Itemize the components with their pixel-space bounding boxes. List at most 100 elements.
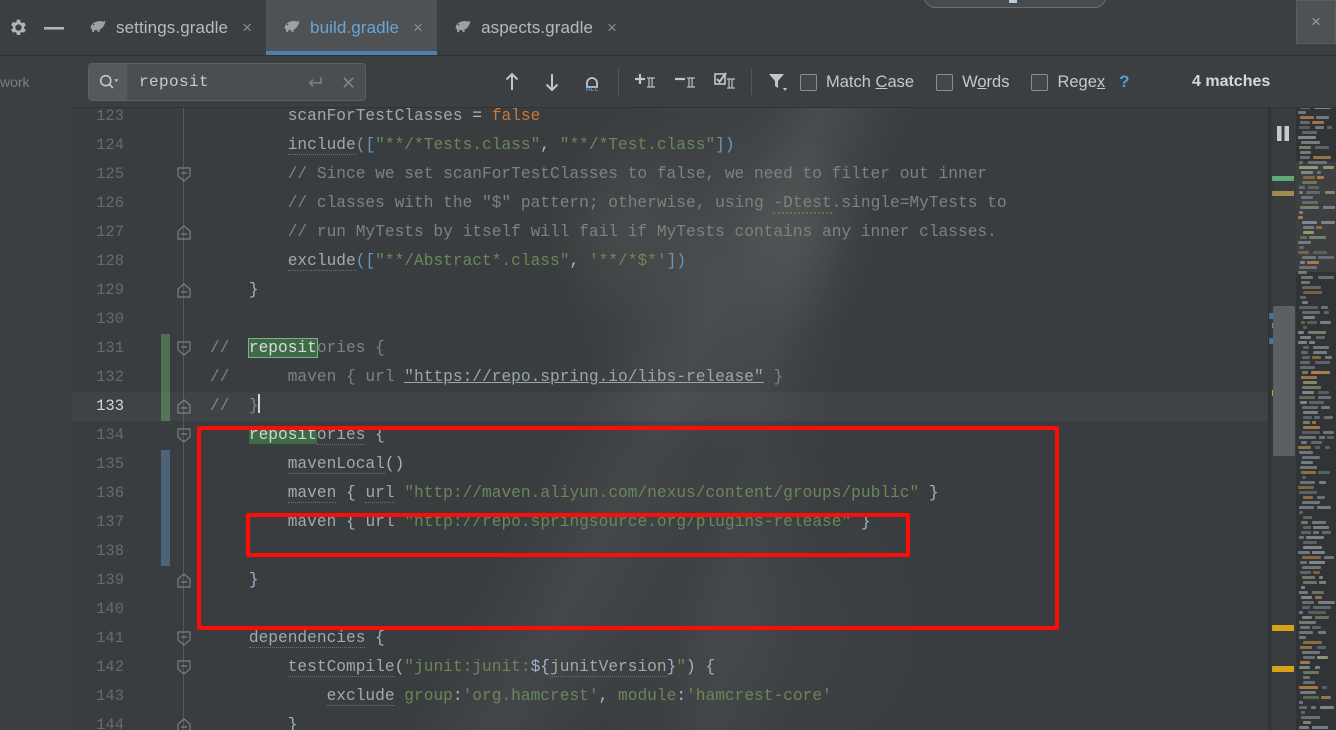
fold-end-icon[interactable] xyxy=(176,718,192,730)
code-line[interactable]: maven { url "http://maven.aliyun.com/nex… xyxy=(210,479,939,508)
gutter-row[interactable]: 142 xyxy=(72,653,210,682)
select-all-lines-icon[interactable] xyxy=(705,56,745,108)
gutter-row[interactable]: 124 xyxy=(72,131,210,160)
vcs-added-marker[interactable] xyxy=(161,334,170,363)
code-line[interactable]: maven { url "http://repo.springsource.or… xyxy=(210,508,871,537)
search-input-container[interactable]: reposit xyxy=(88,63,366,101)
code-line[interactable]: exclude group:'org.hamcrest', module:'ha… xyxy=(210,682,832,711)
code-text-area[interactable]: scanForTestClasses = false include(["**/… xyxy=(210,108,1268,730)
minimap-panel[interactable] xyxy=(1296,44,1336,730)
stripe-warn-marker[interactable] xyxy=(1272,191,1294,196)
gutter-row[interactable]: 137 xyxy=(72,508,210,537)
top-search-pill[interactable] xyxy=(923,0,1107,8)
code-line[interactable]: dependencies { xyxy=(210,624,385,653)
find-option-checkboxes[interactable]: Match Case Words Regex? xyxy=(800,56,1130,108)
code-line[interactable]: } xyxy=(210,566,259,595)
code-editor[interactable]: 123 124 125 126 127 128 129 130 131 132 133 134 135 1… xyxy=(72,108,1268,730)
find-action-buttons[interactable]: ALL xyxy=(492,56,798,108)
scrollbar-thumb[interactable] xyxy=(1273,306,1295,456)
gutter-row[interactable]: 123 xyxy=(72,108,210,131)
gutter-row[interactable]: 132 xyxy=(72,363,210,392)
vcs-modified-marker[interactable] xyxy=(161,537,170,566)
stripe-warn-marker[interactable] xyxy=(1272,176,1294,181)
checkbox-regex[interactable]: Regex xyxy=(1031,73,1105,92)
gutter-row[interactable]: 130 xyxy=(72,305,210,334)
code-line[interactable]: // maven { url "https://repo.spring.io/l… xyxy=(210,363,783,392)
search-input[interactable]: reposit xyxy=(127,73,297,91)
gutter-row[interactable]: 126 xyxy=(72,189,210,218)
checkbox-match-case[interactable]: Match Case xyxy=(800,73,914,92)
stripe-error-marker[interactable] xyxy=(1272,666,1294,672)
error-stripe-scrollbar[interactable] xyxy=(1268,108,1296,730)
filter-icon[interactable] xyxy=(758,56,798,108)
close-icon[interactable]: × xyxy=(607,19,617,36)
minimize-icon[interactable] xyxy=(36,0,72,56)
code-line[interactable]: repositories { xyxy=(210,421,385,450)
gutter-row[interactable]: 131 xyxy=(72,334,210,363)
fold-end-icon[interactable] xyxy=(176,573,192,588)
gutter-row[interactable]: 143 xyxy=(72,682,210,711)
close-icon[interactable]: × xyxy=(242,19,252,36)
editor-tab-aspects-gradle[interactable]: aspects.gradle × xyxy=(437,0,631,55)
fold-end-icon[interactable] xyxy=(176,225,192,240)
gutter-row[interactable]: 139 xyxy=(72,566,210,595)
gutter-row[interactable]: 128 xyxy=(72,247,210,276)
vcs-added-marker[interactable] xyxy=(161,363,170,392)
fold-open-icon[interactable] xyxy=(176,428,192,443)
fold-open-icon[interactable] xyxy=(176,631,192,646)
code-line[interactable]: testCompile("junit:junit:${junitVersion}… xyxy=(210,653,715,682)
gutter-row[interactable]: 141 xyxy=(72,624,210,653)
editor-tab-bar[interactable]: settings.gradle × build.gradle × aspects.g… xyxy=(72,0,1336,56)
checkbox-box[interactable] xyxy=(1031,73,1049,91)
checkbox-box[interactable] xyxy=(936,73,954,91)
code-line[interactable]: } xyxy=(210,276,259,305)
code-line[interactable]: // classes with the "$" pattern; otherwi… xyxy=(210,189,1007,218)
gear-icon[interactable] xyxy=(0,0,36,56)
gutter-row[interactable]: 144 xyxy=(72,711,210,730)
select-all-icon[interactable]: ALL xyxy=(572,56,612,108)
arrow-up-icon[interactable] xyxy=(492,56,532,108)
checkbox-box[interactable] xyxy=(800,73,817,91)
fold-open-icon[interactable] xyxy=(176,341,192,356)
code-line[interactable]: include(["**/*Tests.class", "**/*Test.cl… xyxy=(210,131,735,160)
clear-icon[interactable] xyxy=(331,75,365,90)
fold-open-icon[interactable] xyxy=(176,167,192,182)
vcs-modified-marker[interactable] xyxy=(161,508,170,537)
stripe-pause-icon[interactable] xyxy=(1274,126,1292,142)
gutter-row[interactable]: 138 xyxy=(72,537,210,566)
arrow-down-icon[interactable] xyxy=(532,56,572,108)
gutter-row[interactable]: 127 xyxy=(72,218,210,247)
close-icon[interactable]: × xyxy=(413,19,423,36)
remove-selection-icon[interactable] xyxy=(665,56,705,108)
vcs-modified-marker[interactable] xyxy=(161,450,170,479)
editor-tab-build-gradle[interactable]: build.gradle × xyxy=(266,0,438,55)
code-line[interactable]: // run MyTests by itself will fail if My… xyxy=(210,218,997,247)
gutter-row[interactable]: 136 xyxy=(72,479,210,508)
gutter-row[interactable]: 140 xyxy=(72,595,210,624)
stripe-error-marker[interactable] xyxy=(1272,625,1294,631)
find-toolbar[interactable]: reposit ALL Match Case Words Regex ? 4 m… xyxy=(72,56,1336,108)
fold-end-icon[interactable] xyxy=(176,283,192,298)
code-line[interactable]: // repositories { xyxy=(210,334,385,363)
gutter-row[interactable]: 125 xyxy=(72,160,210,189)
minimap-close-button[interactable]: × xyxy=(1296,0,1336,44)
vcs-modified-marker[interactable] xyxy=(161,479,170,508)
code-line[interactable]: exclude(["**/Abstract*.class", '**/*$*']… xyxy=(210,247,686,276)
add-selection-icon[interactable] xyxy=(625,56,665,108)
gutter-row[interactable]: 129 xyxy=(72,276,210,305)
code-line[interactable]: // Since we set scanForTestClasses to fa… xyxy=(210,160,987,189)
search-magnifier-icon[interactable] xyxy=(89,64,127,100)
code-line[interactable]: // } xyxy=(210,392,260,421)
code-line[interactable]: scanForTestClasses = false xyxy=(210,108,541,131)
editor-tab-settings-gradle[interactable]: settings.gradle × xyxy=(72,0,266,55)
code-line[interactable]: mavenLocal() xyxy=(210,450,404,479)
gutter-row[interactable]: 135 xyxy=(72,450,210,479)
gutter-row[interactable]: 134 xyxy=(72,421,210,450)
code-line[interactable]: } xyxy=(210,711,298,730)
fold-open-icon[interactable] xyxy=(176,660,192,675)
new-line-icon[interactable] xyxy=(297,74,331,90)
left-tool-rail[interactable]: work xyxy=(0,0,72,730)
find-help-icon[interactable]: ? xyxy=(1119,72,1129,92)
checkbox-words[interactable]: Words xyxy=(936,73,1009,92)
